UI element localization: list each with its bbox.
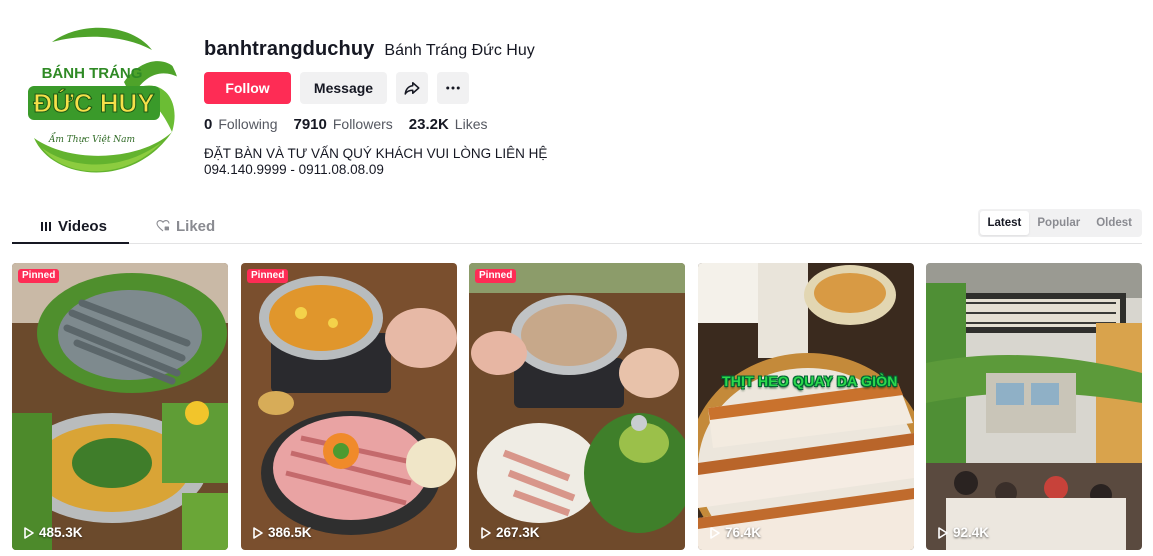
logo-line2: ĐỨC HUY	[33, 88, 154, 118]
likes-count: 23.2K	[408, 115, 449, 133]
active-tab-indicator	[12, 242, 129, 244]
brand-logo: BÁNH TRÁNG ĐỨC HUY Ẩm Thực Việt Nam	[12, 20, 182, 190]
profile-tabs: Videos Liked	[12, 208, 1142, 244]
following-stat[interactable]: 0 Following	[204, 116, 277, 133]
more-icon	[446, 86, 460, 90]
video-card[interactable]: THỊT HEO QUAY DA GIÒN 76.4K	[698, 263, 914, 550]
likes-label: Likes	[454, 115, 488, 132]
username: banhtrangduchuy	[204, 38, 375, 60]
follow-button[interactable]: Follow	[204, 72, 291, 104]
more-button[interactable]	[437, 72, 469, 104]
likes-stat: 23.2K Likes	[409, 116, 488, 133]
play-icon	[710, 526, 720, 539]
sort-popular[interactable]: Popular	[1029, 211, 1088, 235]
view-count: 267.3K	[481, 525, 540, 540]
followers-label: Followers	[332, 115, 393, 132]
pinned-badge: Pinned	[18, 269, 60, 283]
profile-stats: 0 Following 7910 Followers 23.2K Likes	[204, 115, 764, 133]
name-row: banhtrangduchuy Bánh Tráng Đức Huy	[204, 38, 764, 62]
profile-info: banhtrangduchuy Bánh Tráng Đức Huy Follo…	[204, 38, 764, 178]
view-count-text: 386.5K	[268, 525, 312, 540]
sort-toggle: Latest Popular Oldest	[977, 209, 1142, 237]
logo-line1: BÁNH TRÁNG	[42, 65, 143, 82]
video-card[interactable]: 92.4K	[926, 263, 1142, 550]
view-count: 386.5K	[253, 525, 312, 540]
view-count: 485.3K	[24, 525, 83, 540]
video-card[interactable]: Pinned 267.3K	[469, 263, 685, 550]
tab-videos[interactable]: Videos	[40, 208, 107, 244]
video-card[interactable]: Pinned 485.3K	[12, 263, 228, 550]
view-count-text: 92.4K	[953, 525, 990, 540]
pinned-badge: Pinned	[247, 269, 289, 283]
play-icon	[24, 526, 34, 539]
video-thumbnail	[698, 263, 914, 550]
video-thumbnail	[926, 263, 1142, 550]
tab-liked-label: Liked	[176, 217, 216, 235]
share-icon	[404, 82, 420, 95]
play-icon	[481, 526, 491, 539]
heart-lock-icon	[156, 220, 170, 232]
sort-latest[interactable]: Latest	[979, 211, 1030, 235]
sort-oldest[interactable]: Oldest	[1088, 211, 1140, 235]
following-label: Following	[218, 115, 278, 132]
view-count: 76.4K	[710, 525, 761, 540]
following-count: 0	[204, 115, 213, 133]
followers-count: 7910	[293, 115, 327, 133]
video-caption: THỊT HEO QUAY DA GIÒN	[722, 373, 898, 389]
avatar[interactable]: BÁNH TRÁNG ĐỨC HUY Ẩm Thực Việt Nam	[12, 20, 182, 190]
tab-videos-label: Videos	[58, 217, 107, 235]
nickname: Bánh Tráng Đức Huy	[384, 42, 535, 59]
view-count-text: 267.3K	[496, 525, 540, 540]
view-count-text: 485.3K	[39, 525, 83, 540]
followers-stat[interactable]: 7910 Followers	[293, 116, 392, 133]
grid-icon	[41, 222, 51, 231]
profile-actions: Follow Message	[204, 72, 764, 104]
video-thumbnail	[241, 263, 457, 550]
video-thumbnail	[469, 263, 685, 550]
view-count-text: 76.4K	[725, 525, 762, 540]
tab-liked[interactable]: Liked	[156, 208, 215, 244]
video-thumbnail	[12, 263, 228, 550]
message-button[interactable]: Message	[300, 72, 387, 104]
pinned-badge: Pinned	[475, 269, 517, 283]
share-button[interactable]	[396, 72, 428, 104]
view-count: 92.4K	[938, 525, 989, 540]
bio: ĐẶT BÀN VÀ TƯ VẤN QUÝ KHÁCH VUI LÒNG LIÊ…	[204, 146, 548, 177]
play-icon	[253, 526, 263, 539]
play-icon	[938, 526, 948, 539]
video-card[interactable]: Pinned 386.5K	[241, 263, 457, 550]
